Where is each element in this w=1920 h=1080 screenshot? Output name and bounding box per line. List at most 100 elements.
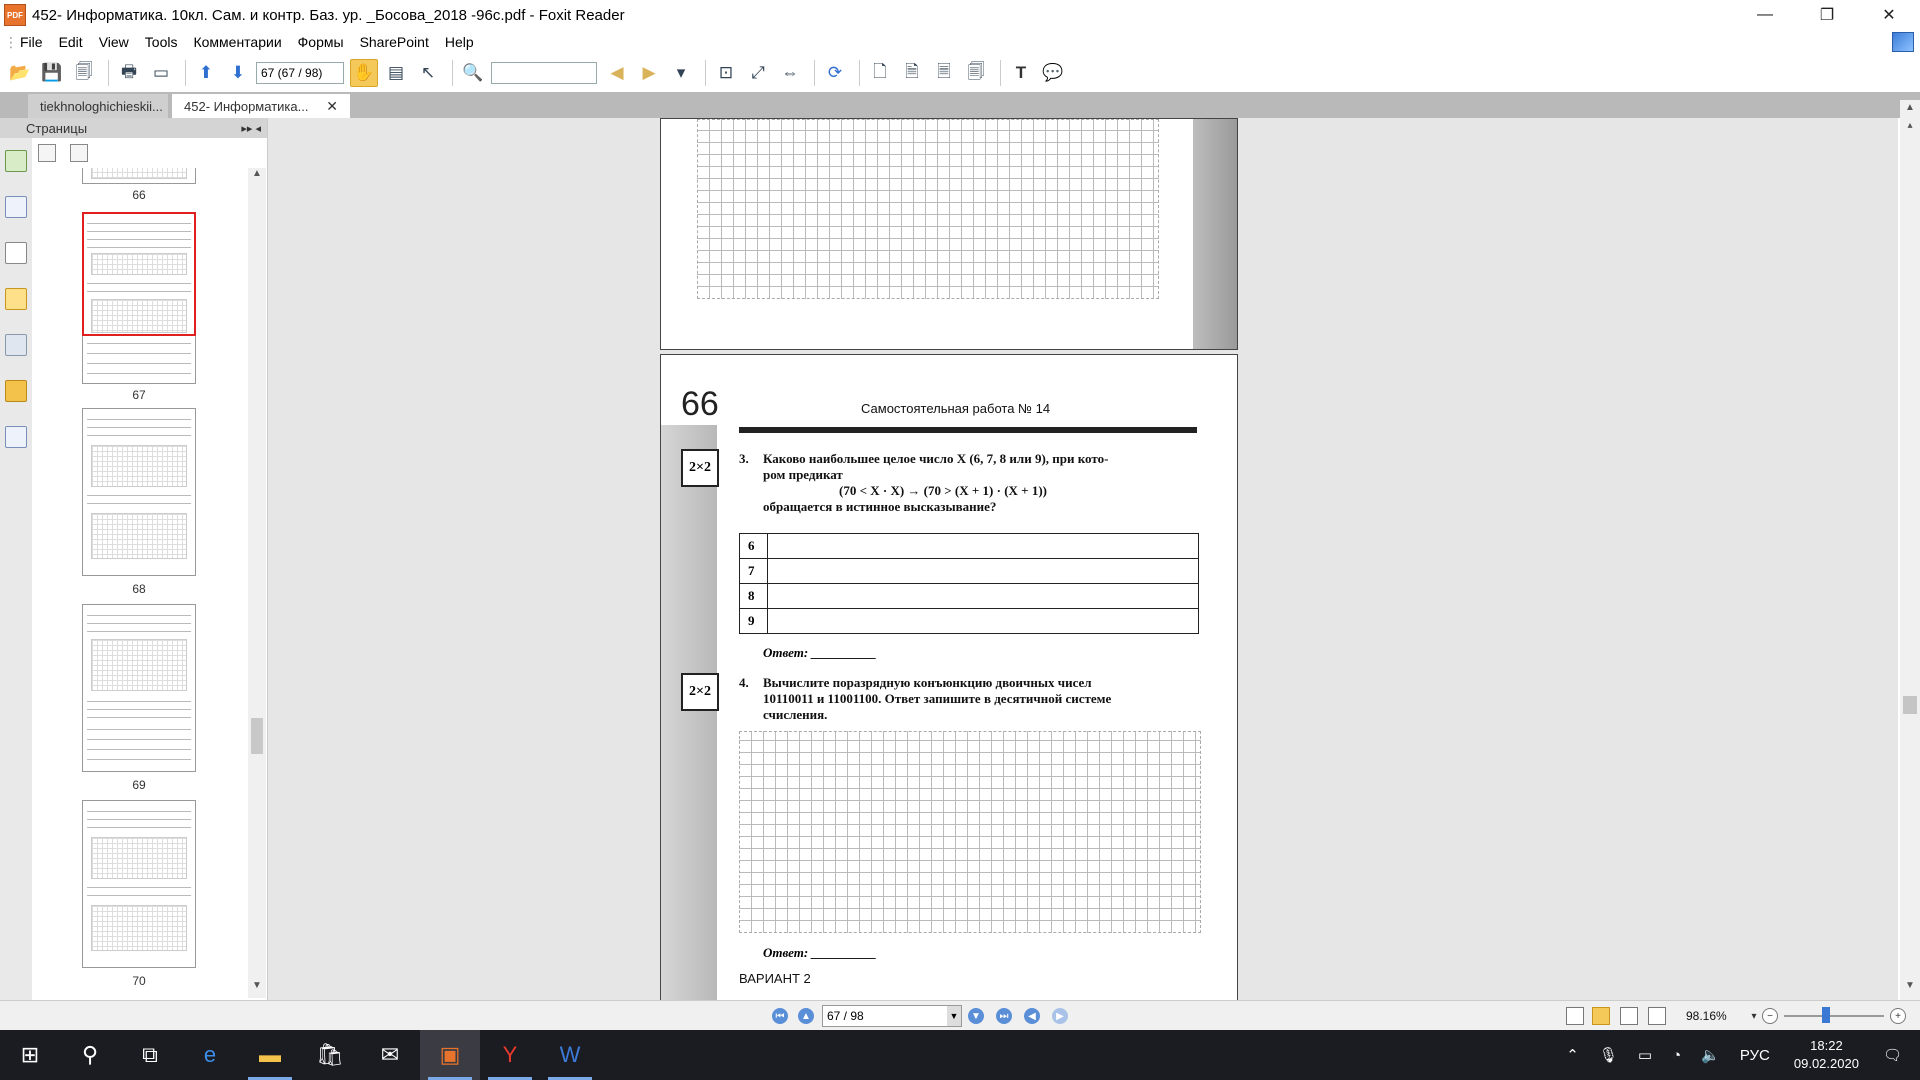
page-navigation-field[interactable]: 67 / 98 ▼ [822,1005,962,1027]
document-nav-icon[interactable] [5,196,27,218]
volume-icon[interactable]: 🔈 [1701,1046,1720,1064]
scrollbar-thumb[interactable] [1903,696,1917,714]
pdf-export-icon[interactable]: 🗎 [898,59,926,87]
input-language[interactable]: РУС [1740,1047,1770,1064]
menu-forms[interactable]: Формы [290,34,352,50]
print-preview-icon[interactable]: ▭ [147,59,175,87]
search-icon[interactable]: ⚲ [60,1030,120,1080]
network-icon[interactable]: ◔ [1672,1047,1681,1064]
thumbnail-page-69[interactable] [82,604,196,772]
restore-button[interactable]: ❐ [1796,0,1858,30]
zoom-in-thumbnails-icon[interactable] [38,144,56,162]
note-comment-icon[interactable]: 💬 [1039,59,1067,87]
security-lock-icon[interactable] [5,380,27,402]
select-text-icon[interactable]: ▤ [382,59,410,87]
scroll-up-arrow-icon[interactable]: ▲ [248,168,266,186]
menu-view[interactable]: View [91,34,137,50]
scroll-top-arrow-icon[interactable]: ▴ [1900,120,1920,131]
store-icon[interactable]: 🛍 [300,1030,360,1080]
search-options-icon[interactable]: ▾ [667,59,695,87]
foxit-reader-taskbar-icon[interactable]: ▣ [420,1030,480,1080]
thumbnail-page-68[interactable] [82,408,196,576]
menu-file[interactable]: File [12,34,51,50]
thumbnail-page-70[interactable] [82,800,196,968]
zoom-slider-thumb[interactable] [1822,1007,1830,1023]
save-icon[interactable]: 💾 [38,59,66,87]
tab-tiekhnologhichieskii[interactable]: tiekhnologhichieskii... [28,94,168,118]
clock[interactable]: 18:22 09.02.2020 [1794,1037,1859,1073]
go-back-icon[interactable]: ◀ [1024,1008,1040,1024]
bookmark-nav-icon[interactable] [5,242,27,264]
pdf-convert-icon[interactable]: 🗏 [930,59,958,87]
word-icon[interactable]: W [540,1030,600,1080]
actual-size-icon[interactable]: ⊡ [712,59,740,87]
save-all-icon[interactable]: 🗐 [70,59,98,87]
find-input[interactable] [491,62,597,84]
attachments-nav-icon[interactable] [5,334,27,356]
zoom-out-icon[interactable]: − [1762,1008,1778,1024]
microphone-icon[interactable]: 🎙 [1599,1046,1618,1064]
menu-edit[interactable]: Edit [51,34,91,50]
rotate-view-icon[interactable]: ⟳ [821,59,849,87]
minimize-button[interactable]: — [1734,0,1796,30]
scroll-down-arrow-icon[interactable]: ▼ [1900,980,1920,991]
fit-page-icon[interactable]: ⤢ [744,59,772,87]
zoom-level[interactable]: 98.16% [1686,1009,1727,1023]
fit-width-icon[interactable]: ⇔ [776,59,804,87]
scroll-up-arrow-icon[interactable]: ▲ [1900,102,1920,113]
zoom-slider[interactable] [1784,1015,1884,1017]
ribbon-mode-icon[interactable] [1892,32,1914,52]
thumbnail-page-66[interactable] [82,168,196,184]
signature-nav-icon[interactable] [5,426,27,448]
go-forward-icon[interactable]: ▶ [1052,1008,1068,1024]
start-windows-icon[interactable]: ⊞ [0,1030,60,1080]
comments-nav-icon[interactable] [5,288,27,310]
continuous-facing-view-icon[interactable] [1648,1007,1666,1025]
typewriter-icon[interactable]: T [1007,59,1035,87]
hand-tool-icon[interactable]: ✋ [350,59,378,87]
next-page-icon[interactable]: ⬇ [224,59,252,87]
find-previous-icon[interactable]: ◀ [603,59,631,87]
menu-comments[interactable]: Комментарии [185,34,289,50]
document-view[interactable]: 66 Самостоятельная работа № 14 2×2 3. Ка… [268,118,1898,1000]
next-page-icon[interactable]: ▼ [968,1008,984,1024]
thumbnails-scrollbar[interactable]: ▲ ▼ [248,168,266,998]
zoom-out-thumbnails-icon[interactable] [70,144,88,162]
scroll-down-arrow-icon[interactable]: ▼ [248,980,266,998]
yandex-browser-icon[interactable]: Y [480,1030,540,1080]
create-pdf-icon[interactable]: 🗋 [866,59,894,87]
tab-informatika[interactable]: 452- Информатика... ✕ [172,94,350,118]
menu-sharepoint[interactable]: SharePoint [352,34,437,50]
scrollbar-thumb[interactable] [251,718,263,754]
document-scrollbar[interactable]: ▲ ▴ ▼ [1900,100,1920,1000]
find-binoculars-icon[interactable]: 🔍 [459,59,487,87]
facing-view-icon[interactable] [1620,1007,1638,1025]
menu-help[interactable]: Help [437,34,482,50]
zoom-in-icon[interactable]: + [1890,1008,1906,1024]
previous-page-icon[interactable]: ▲ [798,1008,814,1024]
first-page-icon[interactable]: ⏮ [772,1008,788,1024]
pages-nav-icon[interactable] [5,150,27,172]
mail-icon[interactable]: ✉ [360,1030,420,1080]
task-view-icon[interactable]: ⧉ [120,1030,180,1080]
battery-icon[interactable]: ▭ [1638,1046,1652,1064]
continuous-view-icon[interactable] [1592,1007,1610,1025]
menu-tools[interactable]: Tools [137,34,186,50]
open-folder-icon[interactable]: 📂 [6,59,34,87]
panel-collapse-icon[interactable]: ▸▸ ◂ [241,122,261,135]
zoom-dropdown-icon[interactable]: ▾ [1746,1008,1762,1024]
toolbar-page-field[interactable]: 67 (67 / 98) [256,62,344,84]
tray-chevron-up-icon[interactable]: ⌃ [1566,1046,1579,1064]
notifications-icon[interactable]: 🗨 [1883,1046,1902,1064]
previous-page-icon[interactable]: ⬆ [192,59,220,87]
close-button[interactable]: ✕ [1858,0,1920,30]
find-next-icon[interactable]: ▶ [635,59,663,87]
chevron-down-icon[interactable]: ▼ [947,1006,961,1026]
last-page-icon[interactable]: ⏭ [996,1008,1012,1024]
edge-browser-icon[interactable]: e [180,1030,240,1080]
select-arrow-icon[interactable]: ↖ [414,59,442,87]
pdf-merge-icon[interactable]: 🗐 [962,59,990,87]
print-icon[interactable]: 🖶 [115,59,143,87]
tab-close-icon[interactable]: ✕ [326,98,338,115]
file-explorer-icon[interactable]: ▬ [240,1030,300,1080]
